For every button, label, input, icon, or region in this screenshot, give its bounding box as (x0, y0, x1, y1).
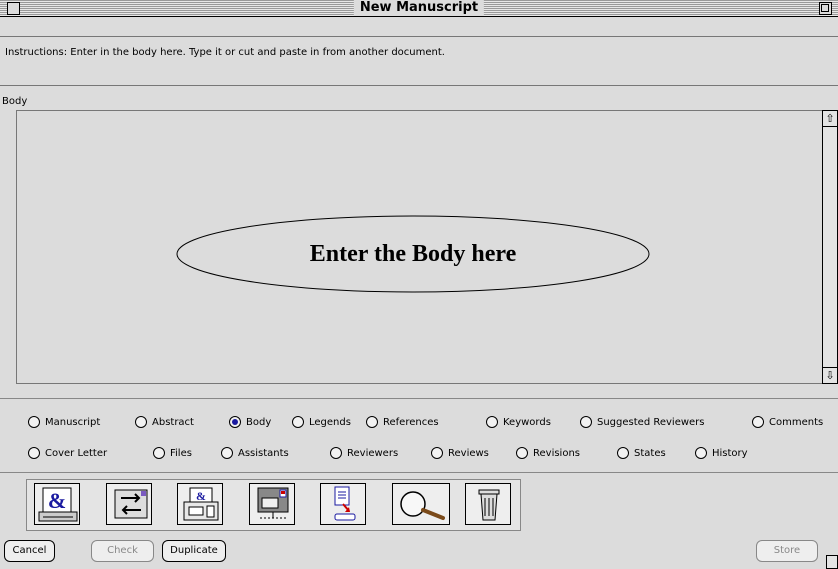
radio-button[interactable] (330, 447, 342, 459)
radio-label: History (712, 447, 748, 459)
radio-button[interactable] (580, 416, 592, 428)
document-export-icon[interactable] (320, 483, 366, 525)
radio-manuscript[interactable]: Manuscript (28, 414, 100, 430)
divider (0, 472, 838, 473)
printer-fax-icon[interactable]: & (177, 483, 223, 525)
duplicate-button[interactable]: Duplicate (162, 540, 226, 562)
radio-button[interactable] (292, 416, 304, 428)
divider (0, 398, 838, 399)
radio-button[interactable] (135, 416, 147, 428)
radio-label: Reviewers (347, 447, 399, 459)
radio-button[interactable] (431, 447, 443, 459)
cancel-button[interactable]: Cancel (4, 540, 55, 562)
radio-button[interactable] (486, 416, 498, 428)
radio-label: Assistants (238, 447, 289, 459)
print-ampersand-icon[interactable]: & (34, 483, 80, 525)
radio-reviews[interactable]: Reviews (431, 445, 489, 461)
radio-history[interactable]: History (695, 445, 748, 461)
radio-label: Comments (769, 416, 824, 428)
radio-comments[interactable]: Comments (752, 414, 823, 430)
radio-label: Revisions (533, 447, 581, 459)
radio-label: Keywords (503, 416, 551, 428)
radio-legends[interactable]: Legends (292, 414, 351, 430)
radio-keywords[interactable]: Keywords (486, 414, 551, 430)
radio-cover-letter[interactable]: Cover Letter (28, 445, 107, 461)
resize-grow-icon[interactable] (826, 555, 838, 569)
radio-button[interactable] (695, 447, 707, 459)
radio-button[interactable] (366, 416, 378, 428)
radio-label: Abstract (152, 416, 194, 428)
trash-icon[interactable] (465, 483, 511, 525)
check-button[interactable]: Check (91, 540, 154, 562)
radio-label: Suggested Reviewers (597, 416, 705, 428)
radio-button[interactable] (221, 447, 233, 459)
radio-label: Manuscript (45, 416, 101, 428)
radio-label: References (383, 416, 439, 428)
body-hint-text: Enter the Body here (309, 240, 517, 267)
envelope-transfer-icon[interactable] (106, 483, 152, 525)
radio-label: Reviews (448, 447, 489, 459)
radio-files[interactable]: Files (153, 445, 192, 461)
radio-button[interactable] (229, 416, 241, 428)
radio-assistants[interactable]: Assistants (221, 445, 289, 461)
radio-button[interactable] (153, 447, 165, 459)
radio-label: Files (170, 447, 192, 459)
radio-button[interactable] (752, 416, 764, 428)
radio-body[interactable]: Body (229, 414, 271, 430)
radio-button[interactable] (28, 416, 40, 428)
radio-button[interactable] (617, 447, 629, 459)
mail-terminal-icon[interactable] (249, 483, 295, 525)
radio-reviewers[interactable]: Reviewers (330, 445, 398, 461)
svg-text:&: & (196, 489, 206, 503)
radio-button[interactable] (516, 447, 528, 459)
radio-abstract[interactable]: Abstract (135, 414, 194, 430)
store-button[interactable]: Store (756, 540, 818, 562)
radio-revisions[interactable]: Revisions (516, 445, 580, 461)
radio-suggested-reviewers[interactable]: Suggested Reviewers (580, 414, 705, 430)
radio-label: Cover Letter (45, 447, 108, 459)
radio-label: States (634, 447, 666, 459)
svg-text:&: & (48, 488, 66, 513)
radio-label: Legends (309, 416, 351, 428)
radio-button[interactable] (28, 447, 40, 459)
radio-label: Body (246, 416, 272, 428)
radio-states[interactable]: States (617, 445, 666, 461)
magnifier-icon[interactable] (392, 483, 450, 525)
radio-references[interactable]: References (366, 414, 439, 430)
